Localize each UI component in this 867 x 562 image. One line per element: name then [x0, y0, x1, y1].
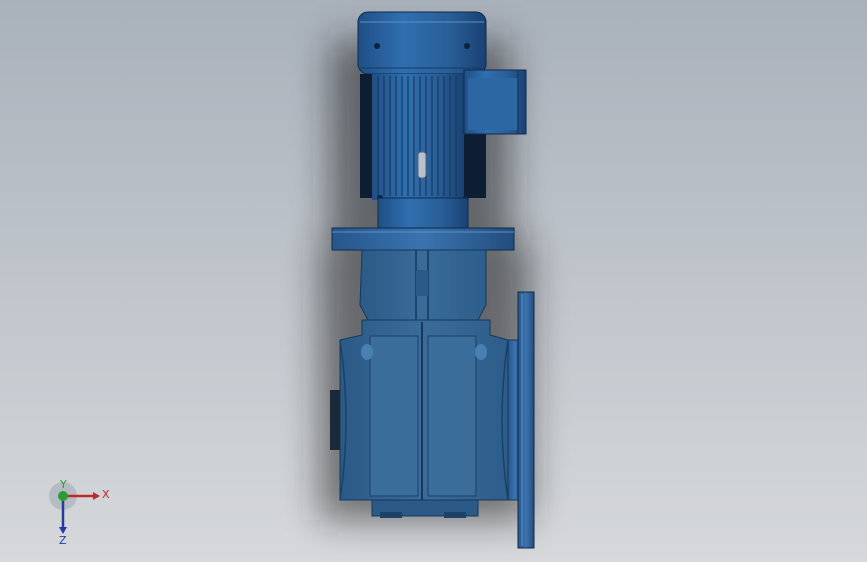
- gearmotor-model[interactable]: [0, 0, 867, 562]
- gearbox-main-body: [339, 319, 509, 501]
- z-axis-label: Z: [59, 534, 67, 547]
- terminal-box: [463, 69, 527, 135]
- x-axis-label: X: [102, 488, 110, 501]
- coordinate-triad: X Y Z: [49, 478, 110, 547]
- y-axis-marker: [58, 491, 68, 501]
- motor-end-cap: [357, 11, 487, 75]
- graphics-viewport[interactable]: X Y Z: [0, 0, 867, 562]
- gearbox-upper-housing: [359, 249, 487, 321]
- gearbox-feet: [371, 499, 479, 518]
- motor-neck: [377, 197, 469, 229]
- adapter-flange: [331, 227, 515, 251]
- x-axis-arrowhead: [93, 492, 100, 500]
- left-output-hub: [330, 390, 340, 450]
- z-axis-arrowhead: [59, 527, 67, 534]
- y-axis-label: Y: [59, 478, 67, 491]
